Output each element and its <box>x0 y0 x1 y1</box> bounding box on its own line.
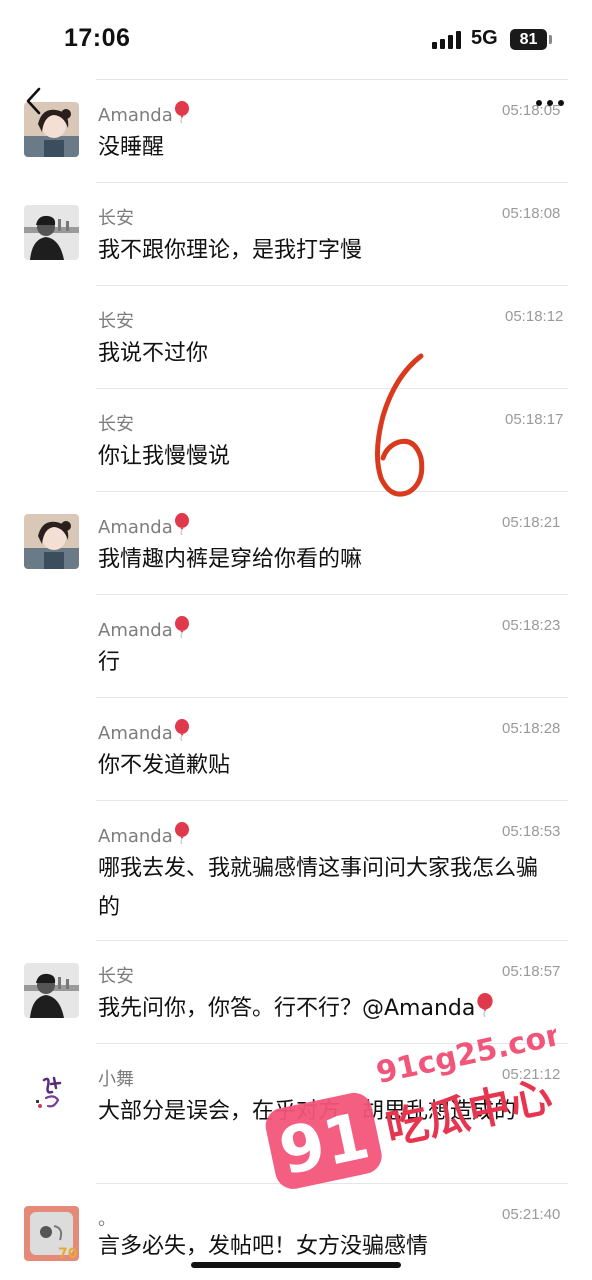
message-time: 05:18:08 <box>502 205 561 222</box>
avatar-amanda[interactable] <box>24 514 79 569</box>
battery-tip <box>549 35 552 44</box>
message-text[interactable]: 我不跟你理论，是我打字慢 <box>98 231 558 270</box>
chat-message[interactable]: Amanda 05:18:05 没睡醒 <box>0 80 592 183</box>
message-text[interactable]: 言多必失，发帖吧！女方没骗感情 <box>98 1227 558 1266</box>
message-text[interactable]: 没睡醒 <box>98 128 558 167</box>
chat-message[interactable]: 长安 05:18:08 我不跟你理论，是我打字慢 <box>0 183 592 286</box>
status-bar: 17:06 5G 81 <box>0 0 592 78</box>
chat-message[interactable]: 长安 05:18:12 我说不过你 <box>0 286 592 389</box>
message-text[interactable]: 你不发道歉贴 <box>98 746 558 785</box>
handwritten-annotation: 6 <box>375 353 425 497</box>
message-text[interactable]: 我说不过你 <box>98 334 558 373</box>
balloon-icon <box>174 513 189 535</box>
network-label: 5G <box>471 27 498 49</box>
sender-name: 长安 <box>98 311 134 332</box>
sender-name: Amanda <box>98 719 190 744</box>
chat-message[interactable]: Amanda 05:18:53 哪我去发、我就骗感情这事问问大家我怎么骗的 <box>0 801 592 941</box>
message-text[interactable]: 大部分是误会，在乎对方，胡思乱想造成的 <box>98 1092 548 1131</box>
signal-icon <box>432 31 464 49</box>
chat-message[interactable]: Amanda 05:18:28 你不发道歉贴 <box>0 698 592 801</box>
chat-history-screen: 17:06 5G 81 Amanda 05:18:05 没睡醒 长安 05:18… <box>0 0 592 1280</box>
chat-message[interactable]: Amanda 05:18:23 行 <box>0 595 592 698</box>
avatar-changan[interactable] <box>24 205 79 260</box>
sender-name: Amanda <box>98 822 190 847</box>
chat-message[interactable]: 小舞 05:21:12 大部分是误会，在乎对方，胡思乱想造成的 <box>0 1044 592 1184</box>
sender-name: 长安 <box>98 966 134 987</box>
avatar-changan[interactable] <box>24 963 79 1018</box>
chat-message[interactable]: 长安 05:18:57 我先问你，你答。行不行？@Amanda <box>0 941 592 1044</box>
message-time: 05:18:53 <box>502 823 561 840</box>
handwritten-mark-text: 6 <box>400 425 401 427</box>
chat-message[interactable]: Amanda 05:18:21 我情趣内裤是穿给你看的嘛 <box>0 492 592 595</box>
message-time: 05:18:17 <box>505 411 564 428</box>
balloon-icon <box>174 822 189 844</box>
sender-name: 小舞 <box>98 1069 134 1090</box>
sender-name: Amanda <box>98 101 190 126</box>
message-text[interactable]: 我先问你，你答。行不行？@Amanda <box>98 989 558 1028</box>
sender-name: 长安 <box>98 414 134 435</box>
message-time: 05:18:23 <box>502 617 561 634</box>
balloon-icon <box>174 719 189 741</box>
message-text[interactable]: 哪我去发、我就骗感情这事问问大家我怎么骗的 <box>98 849 546 927</box>
message-time: 05:18:12 <box>505 308 564 325</box>
message-text[interactable]: 你让我慢慢说 <box>98 437 558 476</box>
status-time: 17:06 <box>64 24 131 52</box>
balloon-icon <box>174 101 189 123</box>
message-time: 05:21:40 <box>502 1206 561 1223</box>
message-time: 05:18:57 <box>502 963 561 980</box>
svg-text:70: 70 <box>58 1246 78 1261</box>
message-text[interactable]: 行 <box>98 643 558 682</box>
sender-name: Amanda <box>98 513 190 538</box>
message-time: 05:18:28 <box>502 720 561 737</box>
home-indicator[interactable] <box>191 1262 401 1268</box>
sender-name: Amanda <box>98 616 190 641</box>
avatar-dot[interactable]: 70 <box>24 1206 79 1261</box>
battery-icon: 81 <box>510 29 547 50</box>
more-options-icon[interactable] <box>530 96 570 110</box>
avatar-xiaowu[interactable] <box>24 1066 79 1121</box>
back-icon[interactable] <box>22 86 48 116</box>
message-time: 05:21:12 <box>502 1066 561 1083</box>
chat-message[interactable]: 长安 05:18:17 你让我慢慢说 <box>0 389 592 492</box>
message-time: 05:18:21 <box>502 514 561 531</box>
balloon-icon <box>174 616 189 638</box>
message-text[interactable]: 我情趣内裤是穿给你看的嘛 <box>98 540 558 579</box>
sender-name: 长安 <box>98 208 134 229</box>
balloon-icon <box>477 993 493 1017</box>
